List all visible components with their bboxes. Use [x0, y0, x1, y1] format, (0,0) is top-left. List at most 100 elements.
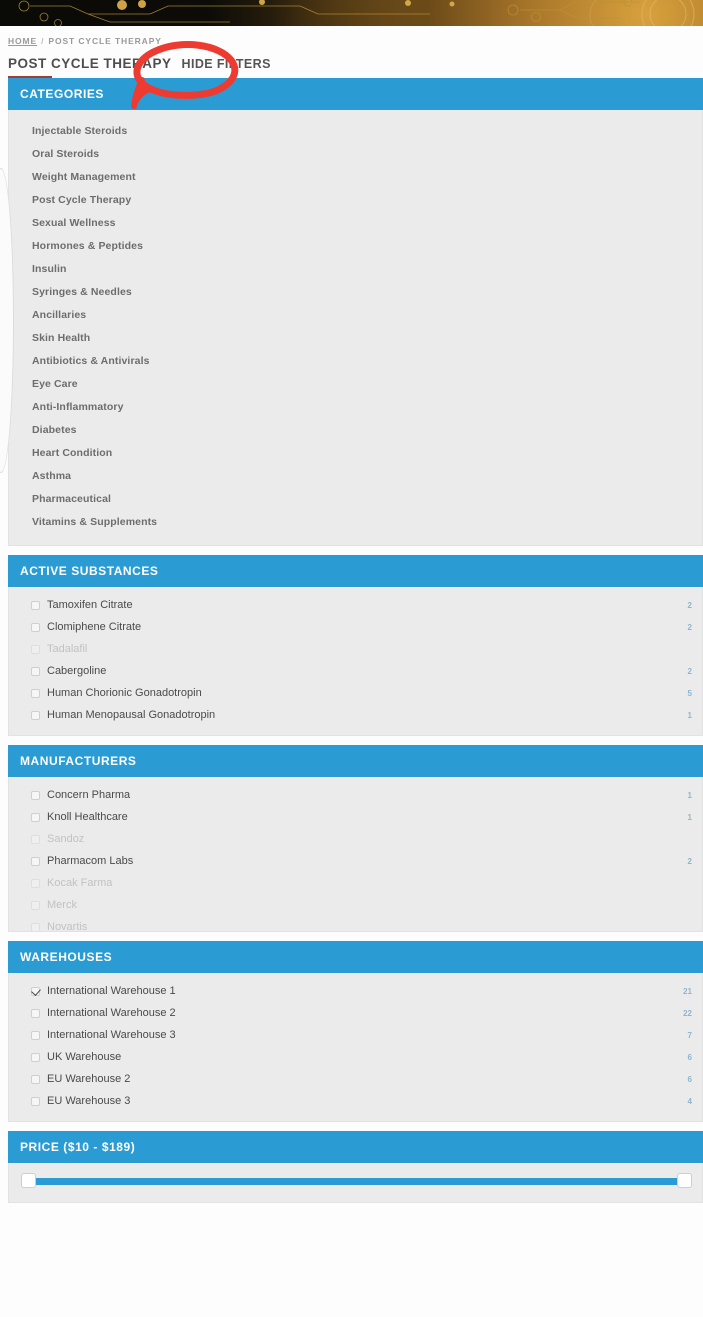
price-range-slider[interactable]: [21, 1173, 692, 1188]
manufacturers-panel-title: MANUFACTURERS: [8, 745, 703, 777]
filter-label: Human Menopausal Gonadotropin: [47, 709, 216, 721]
warehouses-panel-title: WAREHOUSES: [8, 941, 703, 973]
price-panel: PRICE ($10 - $189): [8, 1131, 703, 1203]
price-panel-title: PRICE ($10 - $189): [8, 1131, 703, 1163]
circuit-trace-graphic: [18, 0, 695, 26]
category-item[interactable]: Post Cycle Therapy: [9, 188, 702, 211]
filter-label: Knoll Healthcare: [47, 811, 128, 823]
checkbox-icon[interactable]: [31, 1030, 40, 1040]
filter-row[interactable]: International Warehouse 3 7: [9, 1024, 702, 1046]
breadcrumb-current: POST CYCLE THERAPY: [48, 36, 162, 46]
hide-filters-button[interactable]: HIDE FILTERS: [182, 57, 271, 71]
filter-label: EU Warehouse 3: [47, 1095, 131, 1107]
category-item[interactable]: Diabetes: [9, 418, 702, 441]
filter-label: Tadalafil: [47, 643, 88, 655]
checkbox-icon[interactable]: [31, 1008, 40, 1018]
price-slider-wrap: [9, 1163, 702, 1202]
filter-label: Tamoxifen Citrate: [47, 599, 133, 611]
checkbox-icon[interactable]: [31, 666, 40, 676]
checkbox-icon[interactable]: [31, 856, 40, 866]
checkbox-icon[interactable]: [31, 1074, 40, 1084]
filter-label: International Warehouse 1: [47, 985, 176, 997]
page-header-row: POST CYCLE THERAPY HIDE FILTERS: [0, 46, 703, 78]
warehouses-list: International Warehouse 1 21 International…: [9, 973, 702, 1121]
checkbox-icon[interactable]: [31, 688, 40, 698]
filter-count: 1: [687, 790, 692, 800]
checkbox-icon[interactable]: [31, 1052, 40, 1062]
category-item[interactable]: Sexual Wellness: [9, 211, 702, 234]
filter-row[interactable]: UK Warehouse 6: [9, 1046, 702, 1068]
filter-count: 1: [687, 812, 692, 822]
filter-row[interactable]: Cabergoline 2: [9, 660, 702, 682]
filter-count: 22: [683, 1008, 692, 1018]
warehouses-panel: WAREHOUSES International Warehouse 1 21 In…: [8, 941, 703, 1122]
breadcrumb-home-link[interactable]: HOME: [8, 36, 37, 46]
filter-count: 2: [687, 856, 692, 866]
price-slider-min-handle[interactable]: [21, 1173, 36, 1188]
filter-row: Merck: [9, 894, 702, 916]
filter-row[interactable]: Tamoxifen Citrate 2: [9, 594, 702, 616]
category-item[interactable]: Syringes & Needles: [9, 280, 702, 303]
price-panel-body: [8, 1163, 703, 1203]
category-item[interactable]: Skin Health: [9, 326, 702, 349]
manufacturers-panel: MANUFACTURERS Concern Pharma 1 Knoll Healt…: [8, 745, 703, 932]
crypto-promo-banner[interactable]: [0, 0, 703, 26]
warehouses-panel-body: International Warehouse 1 21 International…: [8, 973, 703, 1122]
checkbox-icon: [31, 834, 40, 844]
filter-row[interactable]: International Warehouse 1 21: [9, 980, 702, 1002]
checkbox-icon[interactable]: [31, 710, 40, 720]
filter-row: Sandoz: [9, 828, 702, 850]
price-slider-max-handle[interactable]: [677, 1173, 692, 1188]
filter-row[interactable]: Clomiphene Citrate 2: [9, 616, 702, 638]
filter-count: 5: [687, 688, 692, 698]
filter-label: EU Warehouse 2: [47, 1073, 131, 1085]
filter-count: 2: [687, 622, 692, 632]
price-slider-track[interactable]: [29, 1178, 684, 1185]
categories-list: Injectable Steroids Oral Steroids Weight M…: [9, 110, 702, 545]
category-item[interactable]: Eye Care: [9, 372, 702, 395]
active-substances-panel: ACTIVE SUBSTANCES Tamoxifen Citrate 2 Clom…: [8, 555, 703, 736]
category-item[interactable]: Hormones & Peptides: [9, 234, 702, 257]
filter-row[interactable]: EU Warehouse 3 4: [9, 1090, 702, 1112]
category-item[interactable]: Antibiotics & Antivirals: [9, 349, 702, 372]
checkbox-icon[interactable]: [31, 622, 40, 632]
category-item[interactable]: Asthma: [9, 464, 702, 487]
filter-row[interactable]: Pharmacom Labs 2: [9, 850, 702, 872]
checkbox-icon[interactable]: [31, 600, 40, 610]
checkbox-icon[interactable]: [31, 790, 40, 800]
filter-row[interactable]: Human Menopausal Gonadotropin 1: [9, 704, 702, 726]
filter-row[interactable]: Human Chorionic Gonadotropin 5: [9, 682, 702, 704]
filter-row: Kocak Farma: [9, 872, 702, 894]
manufacturers-list: Concern Pharma 1 Knoll Healthcare 1 Sandoz Ph…: [9, 777, 702, 932]
filter-label: International Warehouse 3: [47, 1029, 176, 1041]
checkbox-icon[interactable]: [31, 812, 40, 822]
categories-panel-body: Injectable Steroids Oral Steroids Weight M…: [8, 110, 703, 546]
category-item[interactable]: Anti-Inflammatory: [9, 395, 702, 418]
filter-row: Tadalafil: [9, 638, 702, 660]
category-item[interactable]: Vitamins & Supplements: [9, 510, 702, 533]
filter-row[interactable]: International Warehouse 2 22: [9, 1002, 702, 1024]
category-item[interactable]: Heart Condition: [9, 441, 702, 464]
filter-label: Merck: [47, 899, 77, 911]
category-item[interactable]: Weight Management: [9, 165, 702, 188]
filter-row[interactable]: Knoll Healthcare 1: [9, 806, 702, 828]
filter-label: Novartis: [47, 921, 88, 932]
filter-row[interactable]: EU Warehouse 2 6: [9, 1068, 702, 1090]
checkbox-icon[interactable]: [31, 1096, 40, 1106]
filter-row[interactable]: Concern Pharma 1: [9, 784, 702, 806]
filter-count: 21: [683, 986, 692, 996]
filter-label: UK Warehouse: [47, 1051, 122, 1063]
filter-count: 2: [687, 600, 692, 610]
filter-label: Cabergoline: [47, 665, 107, 677]
category-item[interactable]: Oral Steroids: [9, 142, 702, 165]
manufacturers-panel-body: Concern Pharma 1 Knoll Healthcare 1 Sandoz Ph…: [8, 777, 703, 932]
filter-count: 1: [687, 710, 692, 720]
filter-count: 2: [687, 666, 692, 676]
filters-page: HOME / POST CYCLE THERAPY POST CYCLE THERA…: [0, 0, 703, 1317]
category-item[interactable]: Ancillaries: [9, 303, 702, 326]
category-item[interactable]: Pharmaceutical: [9, 487, 702, 510]
filter-count: 4: [687, 1096, 692, 1106]
checkbox-icon[interactable]: [31, 986, 40, 996]
category-item[interactable]: Injectable Steroids: [9, 119, 702, 142]
category-item[interactable]: Insulin: [9, 257, 702, 280]
